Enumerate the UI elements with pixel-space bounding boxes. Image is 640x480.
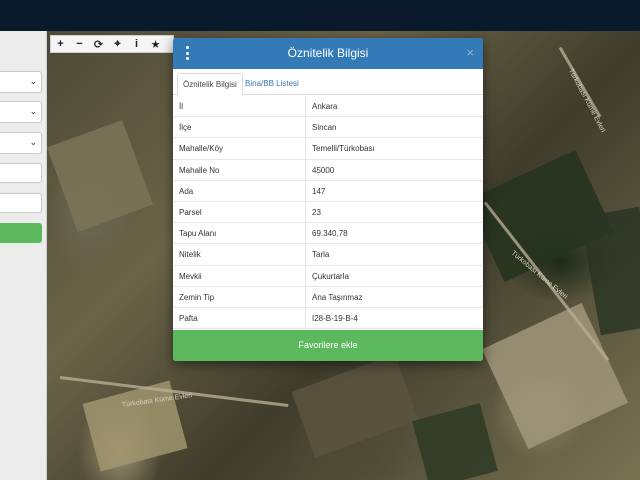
locate-icon[interactable]: ⌖	[108, 36, 127, 52]
row-value: Tarla	[312, 250, 330, 260]
map-field	[291, 354, 419, 458]
map-field	[47, 120, 153, 232]
row-key: Nitelik	[179, 250, 201, 260]
map-road-label: Türkobası Küme Evleri	[566, 67, 607, 134]
add-to-favorites-button[interactable]: Favorilere ekle	[173, 330, 483, 361]
attribute-info-modal: Öznitelik Bilgisi × Öznitelik Bilgisi Bi…	[173, 38, 483, 361]
info-icon[interactable]: i	[127, 36, 146, 52]
parcel-input[interactable]	[0, 193, 42, 213]
tab-attribute-info[interactable]: Öznitelik Bilgisi	[177, 73, 243, 96]
cell-divider	[305, 180, 306, 201]
row-key: Mevkii	[179, 271, 202, 281]
row-value: 45000	[312, 165, 335, 175]
table-row: Pafta I28-B-19-B-4	[173, 307, 483, 330]
table-row: Mahalle/Köy Temelli/Türkobası	[173, 138, 483, 160]
cell-divider	[305, 159, 306, 180]
modal-header: Öznitelik Bilgisi ×	[173, 38, 483, 69]
table-row: İlçe Sincan	[173, 117, 483, 139]
cell-divider	[305, 244, 306, 265]
row-value: 147	[312, 186, 326, 196]
row-key: Mahalle No	[179, 165, 220, 175]
top-navbar	[0, 0, 640, 31]
cell-divider	[305, 307, 306, 329]
zoom-out-icon[interactable]: −	[70, 36, 89, 52]
row-key: Parsel	[179, 207, 202, 217]
cell-divider	[305, 117, 306, 138]
chevron-down-icon: ⌄	[29, 137, 37, 147]
table-row: Parsel 23	[173, 201, 483, 224]
row-key: Pafta	[179, 313, 198, 323]
query-button[interactable]	[0, 223, 42, 243]
row-key: Tapu Alanı	[179, 229, 217, 239]
table-row: Mahalle No 45000	[173, 159, 483, 181]
star-icon[interactable]: ★	[146, 36, 165, 52]
district-select[interactable]: ⌄	[0, 101, 42, 123]
row-value: 23	[312, 207, 321, 217]
table-row: Zemin Tip Ana Taşınmaz	[173, 286, 483, 308]
cell-divider	[305, 223, 306, 244]
row-value: Ana Taşınmaz	[312, 292, 363, 302]
cell-divider	[305, 265, 306, 286]
row-value: Çukurtarla	[312, 271, 349, 281]
left-search-panel: ⌄ ⌄ ⌄	[0, 31, 47, 480]
table-row: Nitelik Tarla	[173, 244, 483, 266]
table-row: Tapu Alanı 69.340,78	[173, 223, 483, 245]
table-row: Mevkii Çukurtarla	[173, 265, 483, 287]
table-row: İl Ankara	[173, 96, 483, 118]
map-field	[580, 206, 640, 336]
block-input[interactable]	[0, 163, 42, 183]
row-value: Sincan	[312, 123, 337, 133]
map-field	[412, 403, 498, 480]
cell-divider	[305, 201, 306, 223]
row-key: İl	[179, 102, 183, 111]
map-toolbar: + − ⟳ ⌖ i ★	[50, 35, 174, 53]
chevron-down-icon: ⌄	[29, 106, 37, 116]
modal-tabs: Öznitelik Bilgisi Bina/BB Listesi	[173, 69, 483, 96]
cell-divider	[305, 138, 306, 159]
tab-building-list[interactable]: Bina/BB Listesi	[240, 73, 304, 96]
neighborhood-select[interactable]: ⌄	[0, 132, 42, 154]
row-key: Mahalle/Köy	[179, 144, 224, 154]
table-row: Ada 147	[173, 180, 483, 202]
row-value: I28-B-19-B-4	[312, 313, 358, 323]
row-value: 69.340,78	[312, 229, 348, 239]
zoom-in-icon[interactable]: +	[51, 36, 70, 52]
chevron-down-icon: ⌄	[29, 76, 37, 86]
row-value: Temelli/Türkobası	[312, 144, 375, 154]
cell-divider	[305, 96, 306, 117]
row-key: Ada	[179, 186, 194, 196]
close-icon[interactable]: ×	[466, 45, 474, 60]
modal-title: Öznitelik Bilgisi	[287, 46, 369, 60]
row-value: Ankara	[312, 102, 338, 111]
cell-divider	[305, 286, 306, 307]
province-select[interactable]: ⌄	[0, 71, 42, 93]
row-key: Zemin Tip	[179, 292, 215, 302]
attribute-table: İl Ankara İlçe Sincan Mahalle/Köy Temelli/T…	[173, 96, 483, 330]
row-key: İlçe	[179, 123, 192, 133]
refresh-icon[interactable]: ⟳	[89, 36, 108, 52]
